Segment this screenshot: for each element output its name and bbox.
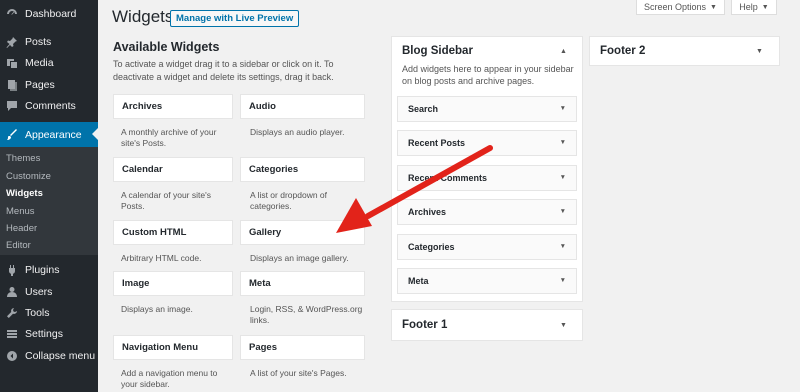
widget-description: A list or dropdown of categories. bbox=[250, 190, 328, 211]
menu-appearance[interactable]: Appearance bbox=[0, 122, 98, 147]
widget-description: Displays an image. bbox=[121, 304, 193, 314]
menu-label: Tools bbox=[25, 307, 50, 319]
widget-archives[interactable]: Archives bbox=[113, 94, 233, 119]
widget-image[interactable]: Image bbox=[113, 271, 233, 296]
expand-arrow-icon[interactable]: ▼ bbox=[560, 97, 566, 121]
wrench-icon bbox=[5, 306, 19, 320]
media-icon bbox=[5, 56, 19, 70]
admin-sidebar: Dashboard Posts Media Pages Comments App… bbox=[0, 0, 98, 392]
widget-description: A monthly archive of your site's Posts. bbox=[121, 127, 217, 148]
dashboard-icon bbox=[5, 7, 19, 21]
pushpin-icon bbox=[5, 35, 19, 49]
menu-label: Comments bbox=[25, 100, 76, 112]
widget-navigation-menu[interactable]: Navigation Menu bbox=[113, 335, 233, 360]
sidebar-widget-label: Archives bbox=[408, 207, 447, 217]
widget-calendar[interactable]: Calendar bbox=[113, 157, 233, 182]
submenu-widgets[interactable]: Widgets bbox=[6, 188, 43, 199]
paintbrush-icon bbox=[5, 128, 19, 142]
sidebar-widget-label: Recent Comments bbox=[408, 173, 488, 183]
blog-sidebar-title[interactable]: Blog Sidebar bbox=[402, 45, 473, 57]
available-widgets-description: To activate a widget drag it to a sideba… bbox=[113, 59, 334, 82]
widget-meta[interactable]: Meta bbox=[240, 271, 365, 296]
menu-tools[interactable]: Tools bbox=[0, 303, 98, 323]
sidebar-widget-meta[interactable]: Meta ▼ bbox=[397, 268, 577, 294]
menu-label: Appearance bbox=[25, 128, 82, 141]
menu-label: Users bbox=[25, 286, 53, 298]
menu-label: Settings bbox=[25, 328, 63, 340]
expand-arrow-icon[interactable]: ▼ bbox=[560, 166, 566, 190]
screen-options-label: Screen Options bbox=[644, 2, 707, 12]
footer-2-title: Footer 2 bbox=[600, 45, 646, 57]
collapse-menu[interactable]: Collapse menu bbox=[0, 346, 98, 366]
plug-icon bbox=[5, 263, 19, 277]
footer-2-area[interactable]: Footer 2 ▼ bbox=[589, 36, 780, 66]
menu-media[interactable]: Media bbox=[0, 53, 98, 73]
expand-arrow-icon[interactable]: ▼ bbox=[560, 235, 566, 259]
menu-label: Collapse menu bbox=[25, 350, 96, 362]
expand-arrow-icon[interactable]: ▼ bbox=[560, 131, 566, 155]
menu-label: Media bbox=[25, 57, 54, 69]
live-preview-button[interactable]: Manage with Live Preview bbox=[170, 10, 300, 27]
sidebar-widget-label: Categories bbox=[408, 242, 455, 252]
widget-description: Displays an image gallery. bbox=[250, 253, 349, 263]
menu-label: Pages bbox=[25, 79, 55, 91]
pages-icon bbox=[5, 78, 19, 92]
submenu-header[interactable]: Header bbox=[6, 223, 37, 234]
settings-icon bbox=[5, 327, 19, 341]
submenu-editor[interactable]: Editor bbox=[6, 240, 31, 251]
submenu-menus[interactable]: Menus bbox=[6, 206, 35, 217]
expand-arrow-icon[interactable]: ▼ bbox=[756, 48, 763, 55]
menu-label: Posts bbox=[25, 36, 52, 48]
menu-dashboard[interactable]: Dashboard bbox=[0, 4, 98, 24]
sidebar-widget-archives[interactable]: Archives ▼ bbox=[397, 199, 577, 225]
help-label: Help bbox=[739, 2, 758, 12]
menu-users[interactable]: Users bbox=[0, 282, 98, 302]
available-widgets-title: Available Widgets bbox=[113, 40, 220, 54]
footer-1-title: Footer 1 bbox=[402, 319, 448, 331]
collapse-icon bbox=[5, 349, 19, 363]
caret-down-icon: ▼ bbox=[710, 3, 717, 11]
caret-down-icon: ▼ bbox=[761, 3, 769, 11]
sidebar-widget-label: Meta bbox=[408, 276, 429, 286]
expand-arrow-icon[interactable]: ▼ bbox=[560, 269, 566, 293]
widget-description: Login, RSS, & WordPress.org links. bbox=[250, 304, 363, 325]
users-icon bbox=[5, 285, 19, 299]
expand-arrow-icon[interactable]: ▼ bbox=[560, 200, 566, 224]
widget-categories[interactable]: Categories bbox=[240, 157, 365, 182]
widget-gallery[interactable]: Gallery bbox=[240, 220, 365, 245]
sidebar-widget-categories[interactable]: Categories ▼ bbox=[397, 234, 577, 260]
blog-sidebar-description: Add widgets here to appear in your sideb… bbox=[402, 64, 574, 86]
menu-settings[interactable]: Settings bbox=[0, 324, 98, 344]
comments-icon bbox=[5, 99, 19, 113]
menu-label: Dashboard bbox=[25, 8, 77, 20]
widget-description: A calendar of your site's Posts. bbox=[121, 190, 211, 211]
widget-pages[interactable]: Pages bbox=[240, 335, 365, 360]
menu-comments[interactable]: Comments bbox=[0, 96, 98, 116]
sidebar-widget-recent-comments[interactable]: Recent Comments ▼ bbox=[397, 165, 577, 191]
widget-description: Add a navigation menu to your sidebar. bbox=[121, 368, 218, 389]
widget-audio[interactable]: Audio bbox=[240, 94, 365, 119]
sidebar-widget-label: Search bbox=[408, 104, 439, 114]
page-title: Widgets bbox=[112, 7, 174, 26]
sidebar-widget-search[interactable]: Search ▼ bbox=[397, 96, 577, 122]
collapse-arrow-icon[interactable]: ▲ bbox=[560, 48, 567, 55]
widget-description: Displays an audio player. bbox=[250, 127, 345, 137]
menu-label: Plugins bbox=[25, 264, 60, 276]
widget-description: A list of your site's Pages. bbox=[250, 368, 347, 378]
widget-custom-html[interactable]: Custom HTML bbox=[113, 220, 233, 245]
submenu-customize[interactable]: Customize bbox=[6, 171, 51, 182]
submenu-themes[interactable]: Themes bbox=[6, 153, 40, 164]
sidebar-widget-recent-posts[interactable]: Recent Posts ▼ bbox=[397, 130, 577, 156]
menu-pages[interactable]: Pages bbox=[0, 75, 98, 95]
appearance-submenu: Themes Customize Widgets Menus Header Ed… bbox=[0, 147, 98, 255]
menu-posts[interactable]: Posts bbox=[0, 32, 98, 52]
widget-description: Arbitrary HTML code. bbox=[121, 253, 202, 263]
screen-options-button[interactable]: Screen Options ▼ bbox=[636, 0, 725, 15]
help-button[interactable]: Help ▼ bbox=[731, 0, 777, 15]
sidebar-widget-label: Recent Posts bbox=[408, 138, 466, 148]
expand-arrow-icon[interactable]: ▼ bbox=[560, 322, 567, 329]
menu-plugins[interactable]: Plugins bbox=[0, 260, 98, 280]
footer-1-area[interactable]: Footer 1 ▼ bbox=[391, 309, 583, 341]
